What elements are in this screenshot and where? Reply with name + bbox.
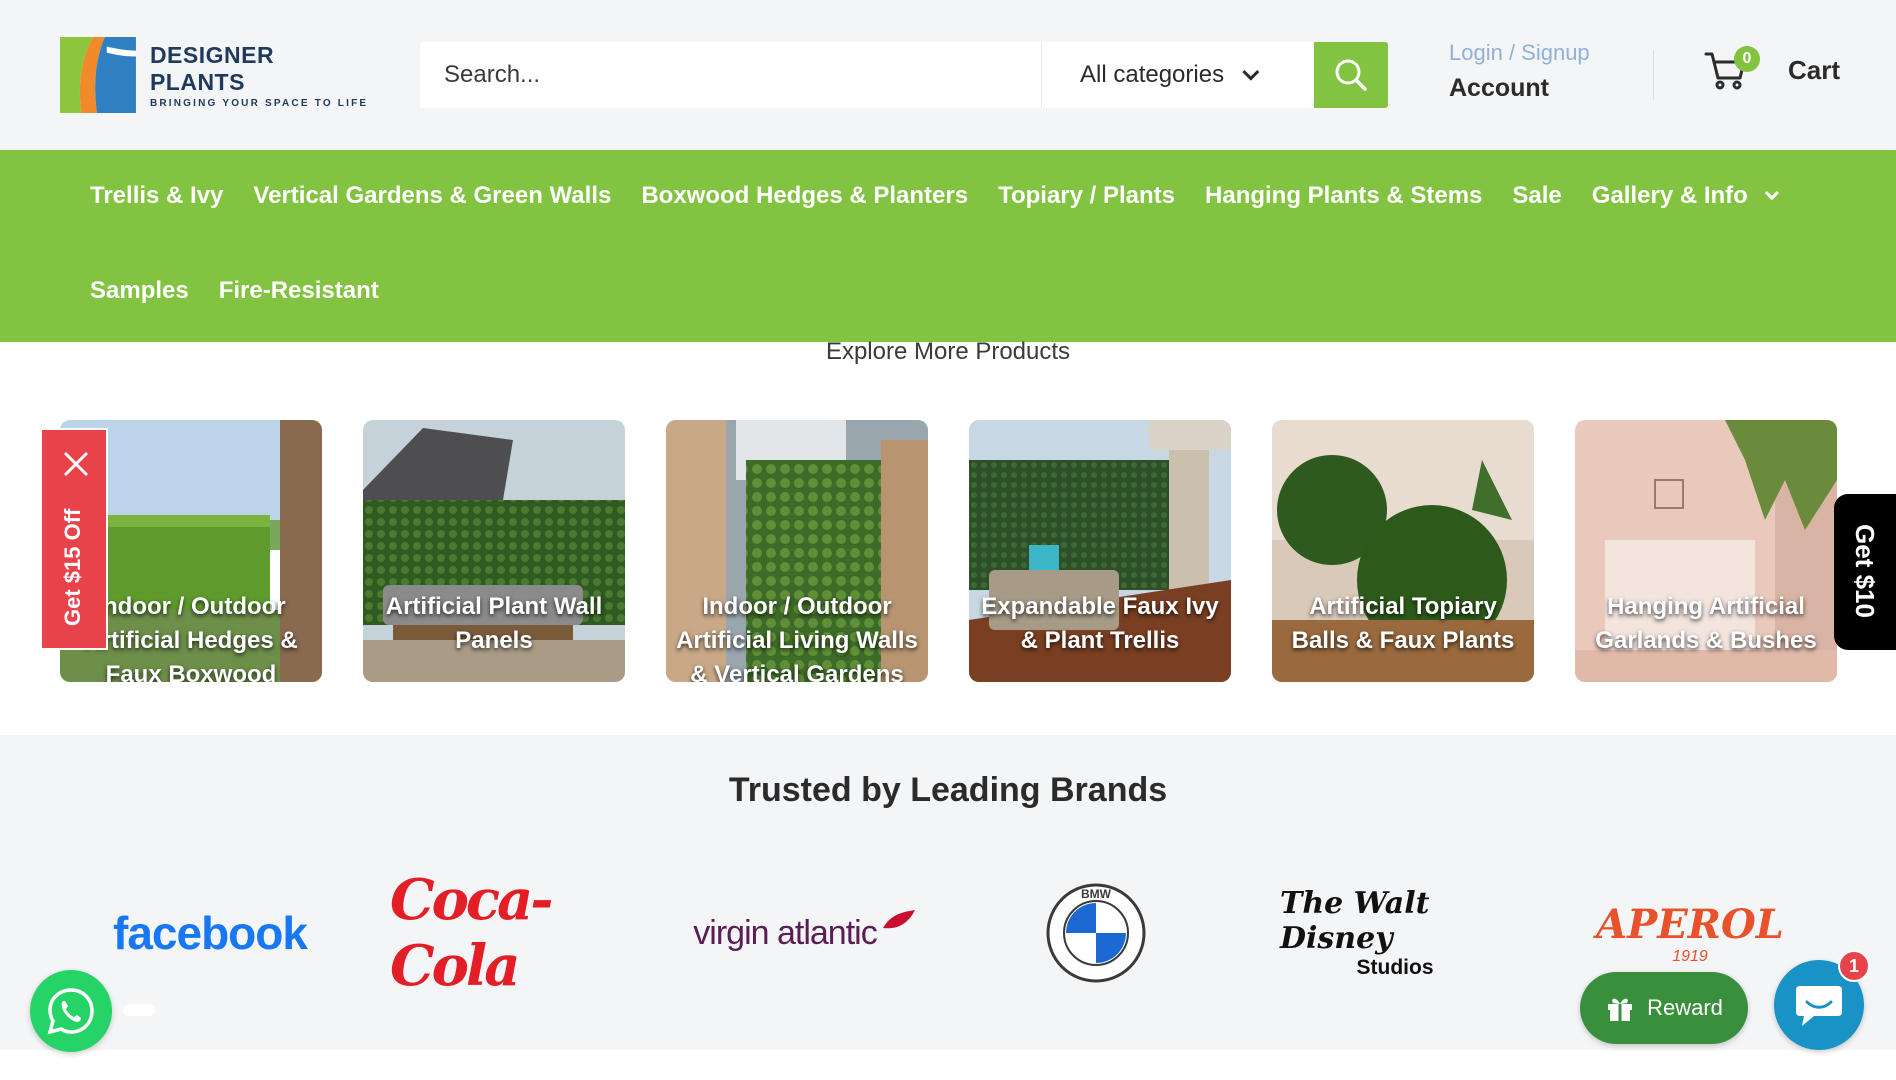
nav-row-2: Samples Fire-Resistant <box>90 277 409 305</box>
brands-title: Trusted by Leading Brands <box>728 771 1168 809</box>
promo-tab-right-label: Get $10 <box>1850 524 1880 618</box>
cart-label: Cart <box>1788 54 1841 85</box>
tile-label: Indoor / Outdoor Artificial Living Walls… <box>676 593 918 682</box>
brand-facebook-logo: facebook <box>113 907 308 959</box>
search-icon <box>1335 59 1367 91</box>
brand-disney-bottom: Studios <box>1356 956 1434 979</box>
search-button[interactable] <box>1314 42 1388 108</box>
nav-item-hanging-plants[interactable]: Hanging Plants & Stems <box>1205 182 1482 210</box>
nav-row-1: Trellis & Ivy Vertical Gardens & Green W… <box>90 182 1804 210</box>
explore-title: Explore More Products <box>825 338 1071 365</box>
nav-item-trellis-ivy[interactable]: Trellis & Ivy <box>90 182 223 210</box>
logo-name: DESIGNER PLANTS <box>149 41 275 95</box>
tile-label: Artificial Plant Wall Panels <box>385 593 603 654</box>
brand-disney-logo: The Walt Disney Studios <box>1280 883 1510 983</box>
product-tile-living-walls[interactable]: Indoor / Outdoor Artificial Living Walls… <box>666 420 928 682</box>
chevron-down-icon <box>1242 63 1260 81</box>
nav-item-topiary-plants[interactable]: Topiary / Plants <box>998 182 1175 210</box>
chat-notification-badge: 1 <box>1838 950 1870 982</box>
brand-cocacola-logo: Coca-Cola <box>390 867 554 999</box>
nav-item-gallery-info-label: Gallery & Info <box>1591 182 1748 209</box>
account-block: Login / Signup Account <box>1449 40 1629 103</box>
brand-virgin-logo: virgin atlantic <box>690 883 920 983</box>
bmw-logo-letters: BMW <box>1081 887 1112 901</box>
promo-tab-right[interactable]: Get $10 <box>1834 494 1896 650</box>
tile-label: Hanging Artificial Garlands & Bushes <box>1595 593 1817 654</box>
nav-item-sale[interactable]: Sale <box>1512 182 1561 210</box>
tile-label: Artificial Topiary Balls & Faux Plants <box>1291 593 1515 654</box>
logo-mark-icon <box>60 37 136 113</box>
cart-icon-wrap: 0 <box>1704 46 1760 92</box>
logo[interactable]: DESIGNER PLANTS BRINGING YOUR SPACE TO L… <box>60 35 370 115</box>
promo-tab-left-label: Get $15 Off <box>60 508 85 626</box>
carousel-dot[interactable] <box>123 1004 155 1016</box>
close-icon[interactable] <box>62 450 90 478</box>
main-nav: Trellis & Ivy Vertical Gardens & Green W… <box>0 150 1896 342</box>
category-select-value: All categories <box>1080 61 1225 88</box>
virgin-flag-icon <box>882 910 915 929</box>
whatsapp-button[interactable] <box>30 970 112 1052</box>
chat-bubble-icon <box>1796 986 1842 1026</box>
brand-aperol-year: 1919 <box>1672 947 1708 965</box>
cart-count-badge: 0 <box>1734 46 1760 72</box>
bmw-logo-icon: BMW <box>1046 883 1146 983</box>
product-tile-wall-panels[interactable]: Artificial Plant Wall Panels <box>363 420 625 682</box>
nav-item-gallery-info[interactable]: Gallery & Info <box>1591 182 1779 210</box>
nav-item-fire-resistant[interactable]: Fire-Resistant <box>219 277 379 305</box>
product-tile-garlands[interactable]: Hanging Artificial Garlands & Bushes <box>1575 420 1837 682</box>
nav-item-samples[interactable]: Samples <box>90 277 189 305</box>
reward-button[interactable]: Reward <box>1580 972 1748 1044</box>
account-label[interactable]: Account <box>1449 74 1629 103</box>
promo-tab-left[interactable]: Get $15 Off <box>40 428 108 650</box>
whatsapp-icon <box>47 988 94 1035</box>
product-tile-faux-ivy[interactable]: Expandable Faux Ivy & Plant Trellis <box>969 420 1231 682</box>
logo-tagline: BRINGING YOUR SPACE TO LIFE <box>149 97 369 109</box>
nav-item-boxwood-hedges[interactable]: Boxwood Hedges & Planters <box>641 182 968 210</box>
category-select[interactable]: All categories <box>1042 42 1314 108</box>
brand-aperol-logo: APEROL 1919 <box>1596 883 1784 983</box>
header-divider <box>1653 50 1654 100</box>
brand-disney-top: The Walt Disney <box>1280 886 1430 956</box>
nav-item-vertical-gardens[interactable]: Vertical Gardens & Green Walls <box>253 182 611 210</box>
product-tile-topiary[interactable]: Artificial Topiary Balls & Faux Plants <box>1272 420 1534 682</box>
gift-icon <box>1608 998 1633 1021</box>
login-signup-link[interactable]: Login / Signup <box>1449 40 1629 66</box>
cart-button[interactable]: 0 Cart <box>1704 46 1841 92</box>
brand-aperol-text: APEROL <box>1596 900 1784 948</box>
search-input[interactable] <box>420 42 1042 108</box>
brand-virgin-text: virgin atlantic <box>693 913 877 952</box>
site-header: DESIGNER PLANTS BRINGING YOUR SPACE TO L… <box>0 0 1896 150</box>
product-tiles: Indoor / Outdoor Artificial Hedges & Fau… <box>60 420 1838 682</box>
chevron-down-icon <box>1764 186 1779 201</box>
brand-bmw-logo: BMW <box>1045 883 1147 983</box>
tile-label: Expandable Faux Ivy & Plant Trellis <box>981 593 1219 654</box>
reward-label: Reward <box>1647 995 1723 1020</box>
search-bar: All categories <box>420 42 1388 108</box>
